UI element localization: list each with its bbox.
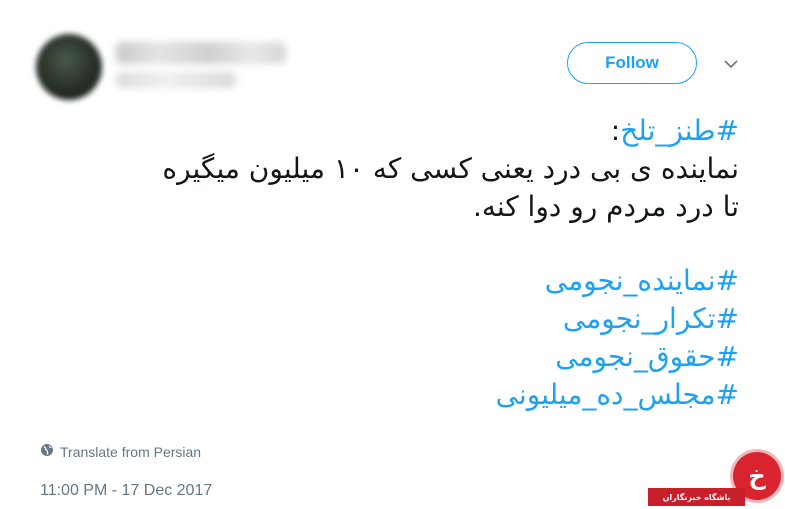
tweet-text: #طنز_تلخ: نماینده ی بی درد یعنی کسی که ۱… (19, 112, 739, 414)
chevron-down-icon[interactable] (721, 56, 741, 72)
hashtag-link[interactable]: #تکرار_نجومی (563, 302, 739, 335)
hashtag-link[interactable]: #مجلس_ده_میلیونی (496, 378, 739, 411)
hashtag-link[interactable]: #نماینده_نجومی (545, 264, 739, 297)
hashtag-link[interactable]: #حقوق_نجومی (555, 340, 739, 373)
hashtag-link[interactable]: #طنز_تلخ (620, 114, 739, 147)
user-handle-blurred[interactable] (116, 72, 236, 88)
tweet-line-3: تا درد مردم رو دوا کنه. (472, 190, 739, 223)
tweet-colon: : (610, 114, 621, 147)
avatar[interactable] (36, 34, 102, 100)
translate-label: Translate from Persian (60, 443, 202, 460)
timestamp[interactable]: 11:00 PM - 17 Dec 2017 (40, 482, 212, 500)
user-display-name-blurred[interactable] (116, 42, 286, 64)
tweet-line-1: #طنز_تلخ: (19, 112, 739, 150)
watermark-label: باشگاه خبرنگاران (648, 488, 745, 506)
globe-icon (40, 443, 54, 460)
tweet-line-2: نماینده ی بی درد یعنی کسی که ۱۰ میلیون م… (162, 152, 739, 185)
follow-button[interactable]: Follow (567, 42, 697, 84)
translate-link[interactable]: Translate from Persian (40, 443, 201, 460)
